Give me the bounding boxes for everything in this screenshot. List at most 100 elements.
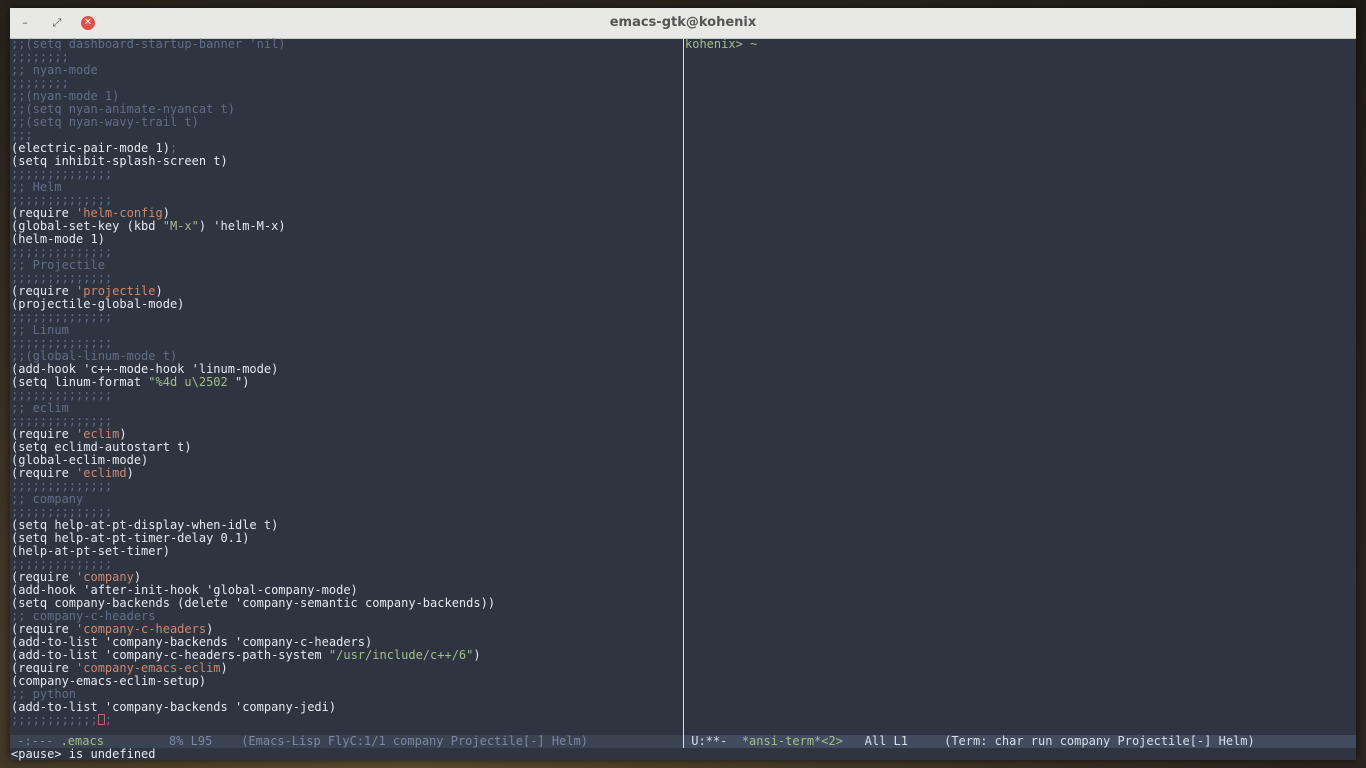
- code-token-default: (setq help-at-pt-display-when-idle t): [11, 518, 279, 532]
- code-token-comment: ;;(nyan-mode 1): [11, 89, 120, 103]
- code-token-default: (add-hook 'c++-mode-hook 'linum-mode): [11, 362, 279, 376]
- code-token-string: "%4d u\2502: [148, 375, 235, 389]
- code-token-default: ): [473, 648, 481, 662]
- code-token-default: (require: [11, 466, 77, 480]
- code-token-comment: ;; Projectile: [11, 258, 105, 272]
- code-token-comment: ;;;;;;;;;;;;;;: [11, 167, 113, 181]
- code-line: ;;;;;;;;;;;;;;: [10, 480, 683, 493]
- text-cursor: [97, 714, 105, 725]
- code-token-quote: 'eclimd: [76, 466, 127, 480]
- code-token-default: (setq eclimd-autostart t): [11, 440, 192, 454]
- code-token-comment: ;;;;;;;;: [11, 50, 69, 64]
- code-token-default: (global-eclim-mode): [11, 453, 149, 467]
- code-token-default: (add-to-list 'company-c-headers-path-sys…: [11, 648, 329, 662]
- code-token-default: ): [126, 466, 134, 480]
- code-token-quote: 'company-emacs-eclim: [76, 661, 221, 675]
- code-line: ;;;;;;;;;;;;;: [10, 714, 683, 727]
- code-token-default: (setq help-at-pt-timer-delay 0.1): [11, 531, 250, 545]
- code-token-comment: ;;;: [11, 128, 33, 142]
- code-token-default: ): [119, 427, 127, 441]
- code-token-comment: ;;;;;;;;;;;;;;: [11, 479, 113, 493]
- window-title: emacs-gtk@kohenix: [609, 15, 757, 30]
- code-line: ;; nyan-mode: [10, 64, 683, 77]
- code-token-default: "): [234, 375, 250, 389]
- code-token-default: (projectile-global-mode): [11, 297, 185, 311]
- code-token-comment: ;; Helm: [11, 180, 62, 194]
- desktop-background: – ⤢ ✕ emacs-gtk@kohenix ;;(setq dashboar…: [0, 0, 1366, 768]
- code-token-comment: ;;(global-linum-mode t): [11, 349, 178, 363]
- code-token-comment: ;;;;;;;;;;;;;;: [11, 310, 113, 324]
- code-token-comment: ;;;;;;;;;;;;;;: [11, 414, 113, 428]
- modeline-right-info: All L1 (Term: char run company Projectil…: [842, 735, 1255, 748]
- modeline-right-buffer-name[interactable]: *ansi-term*<2>: [742, 735, 843, 748]
- code-line: ;;;;;;;;;;;;;;: [10, 311, 683, 324]
- code-token-comment: ;;;;;;;;;;;;;;: [11, 245, 113, 259]
- modeline-right-prefix: U:**-: [684, 735, 742, 748]
- code-line: ;;(setq dashboard-startup-banner 'nil): [10, 38, 683, 51]
- code-token-default: (setq linum-format: [11, 375, 149, 389]
- code-token-default: (require: [11, 427, 77, 441]
- code-token-comment: ;;;;;;;;;;;;;;: [11, 388, 113, 402]
- code-line: ;;;;;;;;;;;;;;: [10, 246, 683, 259]
- code-token-quote: 'company-c-headers: [76, 622, 207, 636]
- code-line: (global-set-key (kbd "M-x") 'helm-M-x): [10, 220, 683, 233]
- code-token-default: (helm-mode 1): [11, 232, 105, 246]
- code-token-default: (add-to-list 'company-backends 'company-…: [11, 635, 373, 649]
- modeline-left-info: 8% L95 (Emacs-Lisp FlyC:1/1 company Proj…: [103, 735, 588, 748]
- code-token-quote: 'eclim: [76, 427, 120, 441]
- code-token-default: (setq company-backends (delete 'company-…: [11, 596, 496, 610]
- modeline-right[interactable]: U:**- *ansi-term*<2> All L1 (Term: char …: [684, 735, 1356, 748]
- code-token-comment: ;; company: [11, 492, 84, 506]
- code-token-comment: ;;;;;;;;;;;;;;: [11, 505, 113, 519]
- terminal-prompt: kohenix> ~: [685, 38, 758, 51]
- code-token-comment: ;;;;;;;;;;;;;;: [11, 336, 113, 350]
- code-token-default: (require: [11, 622, 77, 636]
- code-token-string: "M-x": [162, 219, 199, 233]
- code-token-default: (require: [11, 206, 77, 220]
- code-token-comment: ;;;;;;;;: [11, 76, 69, 90]
- code-line: ;;;;;;;;;;;;;;: [10, 389, 683, 402]
- code-line: (company-emacs-eclim-setup): [10, 675, 683, 688]
- code-token-comment: ;; python: [11, 687, 77, 701]
- code-token-default: (electric-pair-mode 1): [11, 141, 170, 155]
- code-token-comment: ;: [104, 713, 112, 727]
- code-token-comment: ;;;;;;;;;;;;;;: [11, 193, 113, 207]
- code-token-default: (require: [11, 284, 77, 298]
- code-token-comment: ;; eclim: [11, 401, 69, 415]
- code-token-quote: 'helm-config: [76, 206, 163, 220]
- code-token-quote: 'projectile: [76, 284, 156, 298]
- code-token-default: ): [162, 206, 170, 220]
- code-line: ;;;;;;;;: [10, 51, 683, 64]
- code-token-default: (require: [11, 661, 77, 675]
- code-token-comment: ;;;;;;;;;;;;;;: [11, 271, 113, 285]
- code-token-comment: ;;;;;;;;;;;;: [11, 713, 98, 727]
- code-token-default: (help-at-pt-set-timer): [11, 544, 170, 558]
- code-token-default: ) 'helm-M-x): [198, 219, 286, 233]
- code-token-default: (global-set-key (kbd: [11, 219, 163, 233]
- echo-area: <pause> is undefined: [11, 747, 156, 761]
- code-token-quote: 'company: [76, 570, 134, 584]
- code-token-default: (require: [11, 570, 77, 584]
- code-token-comment: ;;(setq nyan-animate-nyancat t): [11, 102, 235, 116]
- code-token-comment: ;: [169, 141, 178, 155]
- code-line: ;;(setq nyan-wavy-trail t): [10, 116, 683, 129]
- code-token-default: ): [155, 284, 163, 298]
- code-token-comment: ;; Linum: [11, 323, 69, 337]
- code-line: ;;;;;;;;;;;;;;: [10, 168, 683, 181]
- window-titlebar[interactable]: – ⤢ ✕ emacs-gtk@kohenix: [10, 8, 1356, 39]
- code-token-default: ): [133, 570, 142, 584]
- code-token-default: (company-emacs-eclim-setup): [11, 674, 207, 688]
- emacs-window: – ⤢ ✕ emacs-gtk@kohenix ;;(setq dashboar…: [10, 8, 1356, 760]
- code-token-comment: ;;;;;;;;;;;;;;: [11, 557, 113, 571]
- code-token-string: "/usr/include/c++/6": [328, 648, 474, 662]
- terminal-pane-ansi-term[interactable]: kohenix> ~: [684, 38, 1356, 735]
- code-token-default: ): [206, 622, 214, 636]
- code-token-default: (add-hook 'after-init-hook 'global-compa…: [11, 583, 358, 597]
- code-token-comment: ;; company-c-headers: [11, 609, 156, 623]
- code-token-comment: ;; nyan-mode: [11, 63, 98, 77]
- editor-pane-dotemacs[interactable]: ;;(setq dashboard-startup-banner 'nil);;…: [10, 38, 683, 735]
- code-token-default: (setq inhibit-splash-screen t): [11, 154, 228, 168]
- code-token-comment: ;;(setq nyan-wavy-trail t): [11, 115, 199, 129]
- code-token-default: ): [220, 661, 228, 675]
- code-token-default: (add-to-list 'company-backends 'company-…: [11, 700, 337, 714]
